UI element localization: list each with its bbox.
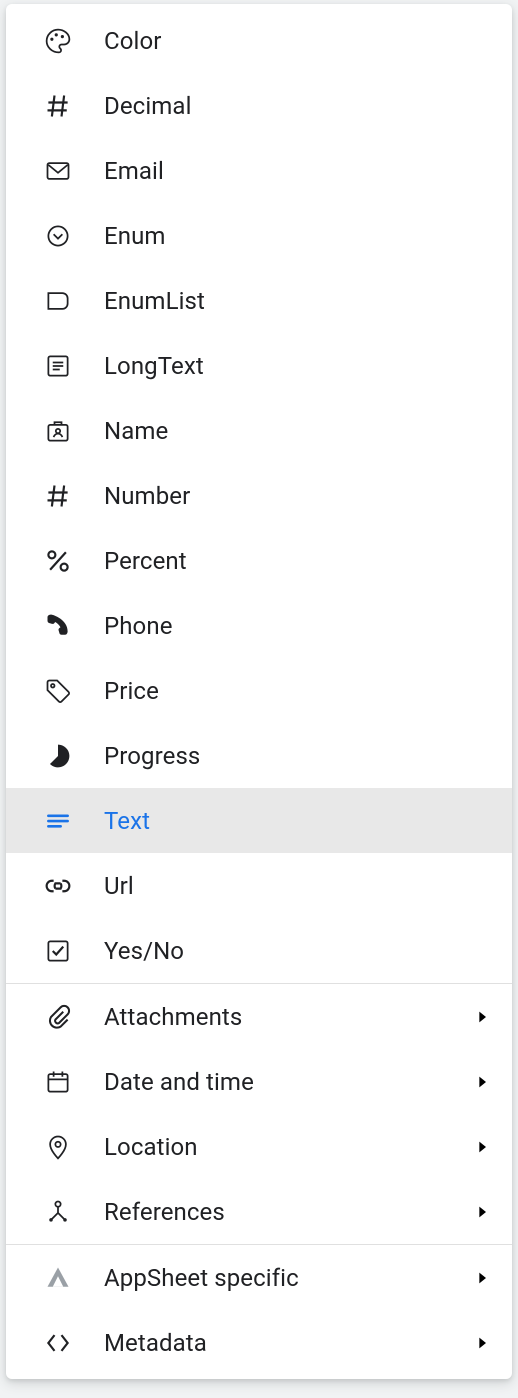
menu-item-enumlist[interactable]: EnumList <box>6 268 512 333</box>
calendar-icon <box>42 1066 74 1098</box>
menu-item-percent[interactable]: Percent <box>6 528 512 593</box>
menu-item-attachments[interactable]: Attachments <box>6 984 512 1049</box>
menu-item-label: EnumList <box>104 287 494 315</box>
menu-item-label: Attachments <box>104 1003 470 1031</box>
menu-item-label: Email <box>104 157 494 185</box>
menu-item-label: Text <box>104 807 494 835</box>
enum-icon <box>42 220 74 252</box>
text-icon <box>42 805 74 837</box>
menu-item-enum[interactable]: Enum <box>6 203 512 268</box>
chevron-right-icon <box>470 1135 494 1159</box>
url-icon <box>42 870 74 902</box>
enumlist-icon <box>42 285 74 317</box>
menu-item-label: References <box>104 1198 470 1226</box>
menu-item-metadata[interactable]: Metadata <box>6 1310 512 1375</box>
menu-item-label: Date and time <box>104 1068 470 1096</box>
menu-item-label: Decimal <box>104 92 494 120</box>
menu-item-label: Price <box>104 677 494 705</box>
menu-item-progress[interactable]: Progress <box>6 723 512 788</box>
menu-item-phone[interactable]: Phone <box>6 593 512 658</box>
attachment-icon <box>42 1001 74 1033</box>
progress-icon <box>42 740 74 772</box>
price-icon <box>42 675 74 707</box>
phone-icon <box>42 610 74 642</box>
menu-item-references[interactable]: References <box>6 1179 512 1244</box>
hash-icon <box>42 90 74 122</box>
menu-item-label: Name <box>104 417 494 445</box>
email-icon <box>42 155 74 187</box>
menu-item-email[interactable]: Email <box>6 138 512 203</box>
metadata-icon <box>42 1327 74 1359</box>
menu-item-label: Location <box>104 1133 470 1161</box>
menu-item-label: Progress <box>104 742 494 770</box>
menu-item-location[interactable]: Location <box>6 1114 512 1179</box>
menu-item-label: Metadata <box>104 1329 470 1357</box>
menu-item-longtext[interactable]: LongText <box>6 333 512 398</box>
percent-icon <box>42 545 74 577</box>
name-icon <box>42 415 74 447</box>
menu-item-url[interactable]: Url <box>6 853 512 918</box>
location-icon <box>42 1131 74 1163</box>
longtext-icon <box>42 350 74 382</box>
chevron-right-icon <box>470 1200 494 1224</box>
chevron-right-icon <box>470 1331 494 1355</box>
menu-item-label: Yes/No <box>104 937 494 965</box>
type-selector-menu: Color Decimal Email Enum EnumList LongText Nam… <box>6 4 512 1379</box>
menu-item-color[interactable]: Color <box>6 8 512 73</box>
menu-item-label: Percent <box>104 547 494 575</box>
menu-item-appsheet-specific[interactable]: AppSheet specific <box>6 1245 512 1310</box>
menu-item-price[interactable]: Price <box>6 658 512 723</box>
chevron-right-icon <box>470 1266 494 1290</box>
menu-item-name[interactable]: Name <box>6 398 512 463</box>
menu-item-yes-no[interactable]: Yes/No <box>6 918 512 983</box>
menu-item-label: AppSheet specific <box>104 1264 470 1292</box>
appsheet-icon <box>42 1262 74 1294</box>
chevron-right-icon <box>470 1005 494 1029</box>
menu-item-label: Phone <box>104 612 494 640</box>
hash-icon <box>42 480 74 512</box>
chevron-right-icon <box>470 1070 494 1094</box>
menu-item-date-and-time[interactable]: Date and time <box>6 1049 512 1114</box>
palette-icon <box>42 25 74 57</box>
references-icon <box>42 1196 74 1228</box>
menu-item-label: Color <box>104 27 494 55</box>
menu-item-text[interactable]: Text <box>6 788 512 853</box>
yesno-icon <box>42 935 74 967</box>
menu-item-number[interactable]: Number <box>6 463 512 528</box>
menu-item-label: Enum <box>104 222 494 250</box>
menu-item-label: Url <box>104 872 494 900</box>
menu-item-decimal[interactable]: Decimal <box>6 73 512 138</box>
menu-item-label: LongText <box>104 352 494 380</box>
menu-item-label: Number <box>104 482 494 510</box>
